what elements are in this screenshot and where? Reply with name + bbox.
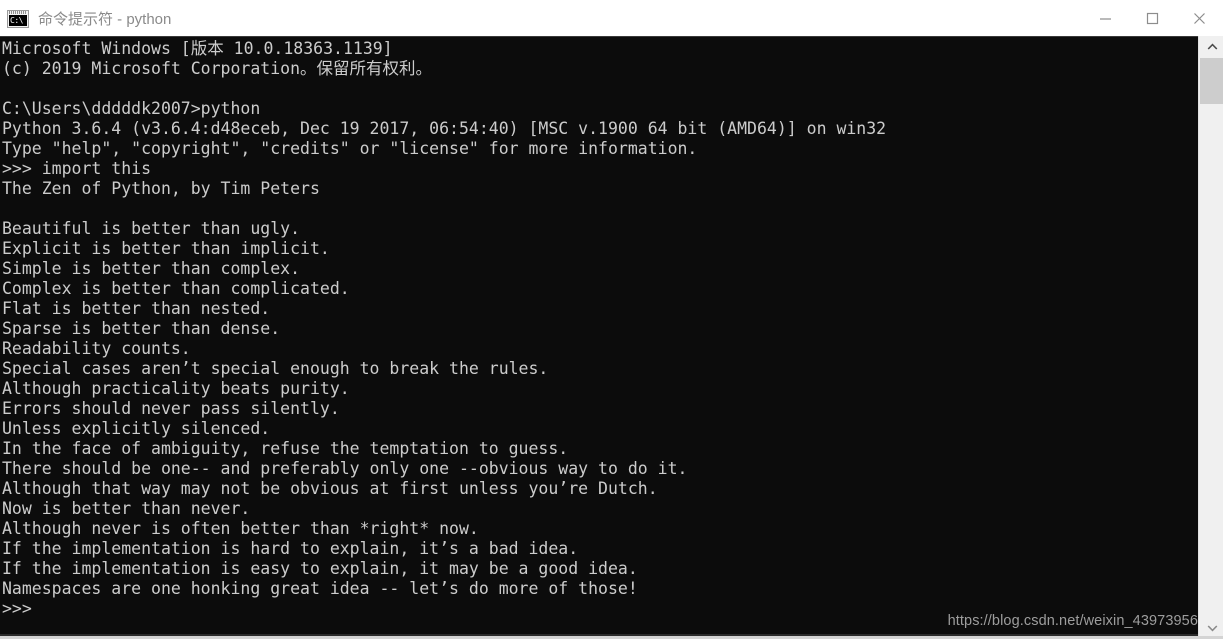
console-line: Special cases aren’t special enough to b… <box>2 359 549 378</box>
console-line: In the face of ambiguity, refuse the tem… <box>2 439 569 458</box>
console-line: Explicit is better than implicit. <box>2 239 330 258</box>
console-line: (c) 2019 Microsoft Corporation。保留所有权利。 <box>2 59 433 78</box>
console-line: If the implementation is easy to explain… <box>2 559 638 578</box>
console-line: Although practicality beats purity. <box>2 379 350 398</box>
console-line: Although never is often better than *rig… <box>2 519 479 538</box>
chevron-down-icon <box>1207 625 1217 632</box>
console-line: Sparse is better than dense. <box>2 319 281 338</box>
console-line: Simple is better than complex. <box>2 259 301 278</box>
console-line: Python 3.6.4 (v3.6.4:d48eceb, Dec 19 201… <box>2 119 887 138</box>
console-line: Errors should never pass silently. <box>2 399 340 418</box>
close-icon <box>1194 12 1205 24</box>
console-line: Microsoft Windows [版本 10.0.18363.1139] <box>2 39 393 58</box>
scrollbar-thumb[interactable] <box>1200 58 1223 104</box>
maximize-button[interactable] <box>1129 0 1176 37</box>
minimize-button[interactable] <box>1082 0 1129 37</box>
console-cursor <box>32 601 41 617</box>
console-line: Namespaces are one honking great idea --… <box>2 579 638 598</box>
window-title: 命令提示符 - python <box>38 11 172 28</box>
cmd-icon-titlebar-strip <box>9 10 27 14</box>
chevron-up-icon <box>1207 43 1217 50</box>
scroll-up-arrow[interactable] <box>1200 36 1223 58</box>
console-line: Flat is better than nested. <box>2 299 271 318</box>
console-line: C:\Users\dddddk2007>python <box>2 99 261 118</box>
console-client-area[interactable]: Microsoft Windows [版本 10.0.18363.1139] (c… <box>0 36 1223 639</box>
console-line: If the implementation is hard to explain… <box>2 539 579 558</box>
cmd-icon-screen-text: C:\ <box>9 14 27 26</box>
console-top-border <box>0 36 1223 37</box>
console-line: Beautiful is better than ugly. <box>2 219 301 238</box>
window-controls <box>1082 0 1223 38</box>
vertical-scrollbar[interactable] <box>1198 36 1223 639</box>
title-bar[interactable]: C:\ 命令提示符 - python <box>0 0 1223 38</box>
console-line: Readability counts. <box>2 339 191 358</box>
console-line: The Zen of Python, by Tim Peters <box>2 179 320 198</box>
console-line: Unless explicitly silenced. <box>2 419 271 438</box>
console-line: Although that way may not be obvious at … <box>2 479 658 498</box>
console-line: There should be one-- and preferably onl… <box>2 459 688 478</box>
console-output: Microsoft Windows [版本 10.0.18363.1139] (c… <box>2 39 1192 619</box>
cmd-icon[interactable]: C:\ <box>7 9 29 28</box>
console-line: Complex is better than complicated. <box>2 279 350 298</box>
close-button[interactable] <box>1176 0 1223 37</box>
maximize-icon <box>1146 12 1159 24</box>
minimize-icon <box>1100 17 1111 20</box>
console-line: Type "help", "copyright", "credits" or "… <box>2 139 698 158</box>
console-line: >>> import this <box>2 159 152 178</box>
watermark-url: https://blog.csdn.net/weixin_43973956 <box>947 613 1198 629</box>
command-prompt-window: C:\ 命令提示符 - python Microsoft Windows [版本… <box>0 0 1223 639</box>
title-bar-left: C:\ 命令提示符 - python <box>0 8 1082 29</box>
console-line: Now is better than never. <box>2 499 251 518</box>
